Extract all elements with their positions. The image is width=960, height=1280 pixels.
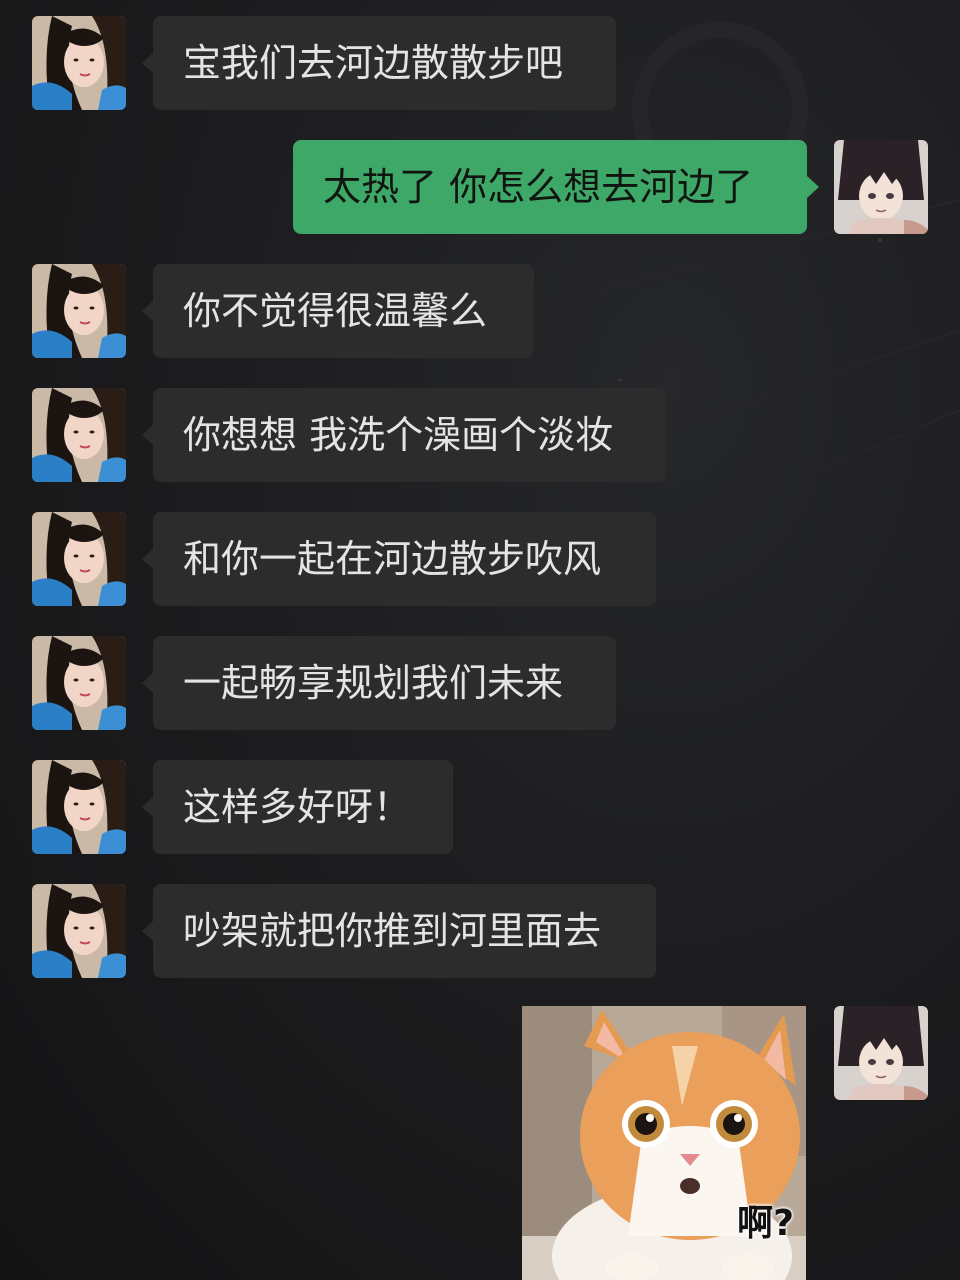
message-bubble-received[interactable]: 你不觉得很温馨么 — [153, 264, 534, 358]
message-bubble-received[interactable]: 这样多好呀！ — [153, 760, 453, 854]
message-bubble-received[interactable]: 吵架就把你推到河里面去 — [153, 884, 656, 978]
avatar-her[interactable] — [32, 16, 126, 110]
avatar-her[interactable] — [32, 264, 126, 358]
message-bubble-sent[interactable]: 太热了 你怎么想去河边了 — [293, 140, 807, 234]
chat-screen: 宝我们去河边散散步吧 太热了 你怎么想去河边了 你不觉得很温馨么 你想想 我洗个… — [0, 0, 960, 1280]
message-bubble-received[interactable]: 你想想 我洗个澡画个淡妆 — [153, 388, 666, 482]
avatar-her[interactable] — [32, 512, 126, 606]
avatar-her[interactable] — [32, 636, 126, 730]
sticker-caption: 啊? — [737, 1203, 794, 1244]
avatar-me[interactable] — [834, 140, 928, 234]
avatar-me[interactable] — [834, 1006, 928, 1100]
message-bubble-received[interactable]: 一起畅享规划我们未来 — [153, 636, 616, 730]
message-bubble-received[interactable]: 宝我们去河边散散步吧 — [153, 16, 616, 110]
bubble-tail — [807, 176, 819, 198]
avatar-her[interactable] — [32, 884, 126, 978]
cat-sticker-image[interactable]: 啊? — [522, 1006, 806, 1280]
avatar-her[interactable] — [32, 388, 126, 482]
avatar-her[interactable] — [32, 760, 126, 854]
message-bubble-received[interactable]: 和你一起在河边散步吹风 — [153, 512, 656, 606]
